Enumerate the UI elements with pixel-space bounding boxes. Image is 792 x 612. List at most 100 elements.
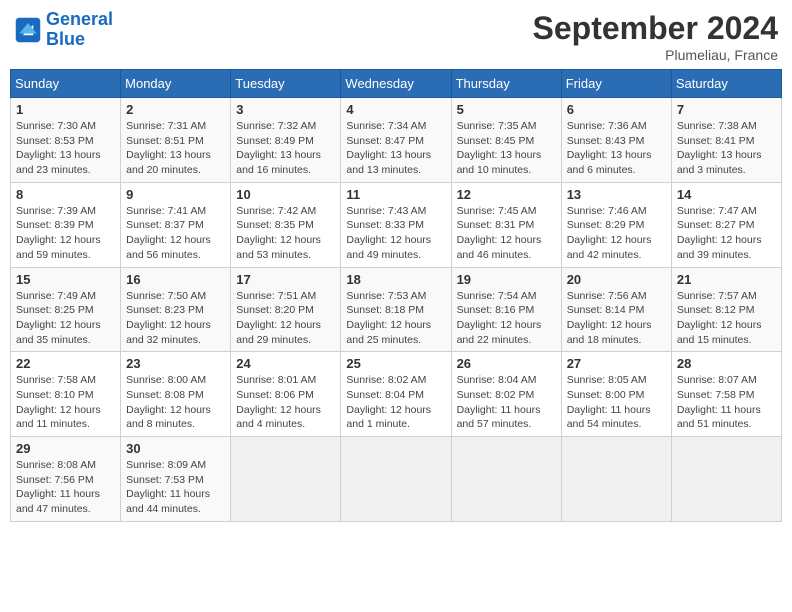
day-number: 1 (16, 102, 115, 117)
calendar-cell: 22 Sunrise: 7:58 AM Sunset: 8:10 PM Dayli… (11, 352, 121, 437)
month-title: September 2024 (533, 10, 778, 47)
week-row-4: 22 Sunrise: 7:58 AM Sunset: 8:10 PM Dayli… (11, 352, 782, 437)
cell-info: Sunrise: 7:56 AM Sunset: 8:14 PM Dayligh… (567, 289, 666, 348)
week-row-2: 8 Sunrise: 7:39 AM Sunset: 8:39 PM Daylig… (11, 182, 782, 267)
calendar-cell: 7 Sunrise: 7:38 AM Sunset: 8:41 PM Daylig… (671, 98, 781, 183)
day-number: 21 (677, 272, 776, 287)
calendar-cell: 13 Sunrise: 7:46 AM Sunset: 8:29 PM Dayli… (561, 182, 671, 267)
header-cell-wednesday: Wednesday (341, 70, 451, 98)
calendar-cell: 2 Sunrise: 7:31 AM Sunset: 8:51 PM Daylig… (121, 98, 231, 183)
day-number: 13 (567, 187, 666, 202)
cell-info: Sunrise: 7:36 AM Sunset: 8:43 PM Dayligh… (567, 119, 666, 178)
calendar-cell (671, 437, 781, 522)
cell-info: Sunrise: 8:08 AM Sunset: 7:56 PM Dayligh… (16, 458, 115, 517)
header-cell-thursday: Thursday (451, 70, 561, 98)
day-number: 29 (16, 441, 115, 456)
day-number: 28 (677, 356, 776, 371)
day-number: 16 (126, 272, 225, 287)
header-row: SundayMondayTuesdayWednesdayThursdayFrid… (11, 70, 782, 98)
cell-info: Sunrise: 7:32 AM Sunset: 8:49 PM Dayligh… (236, 119, 335, 178)
calendar-cell: 27 Sunrise: 8:05 AM Sunset: 8:00 PM Dayli… (561, 352, 671, 437)
calendar-cell: 11Sunrise: 7:43 AM Sunset: 8:33 PM Dayli… (341, 182, 451, 267)
calendar-cell: 3 Sunrise: 7:32 AM Sunset: 8:49 PM Daylig… (231, 98, 341, 183)
cell-info: Sunrise: 7:38 AM Sunset: 8:41 PM Dayligh… (677, 119, 776, 178)
day-number: 18 (346, 272, 445, 287)
calendar-cell: 14Sunrise: 7:47 AM Sunset: 8:27 PM Dayli… (671, 182, 781, 267)
cell-info: Sunrise: 7:51 AM Sunset: 8:20 PM Dayligh… (236, 289, 335, 348)
calendar-cell: 16 Sunrise: 7:50 AM Sunset: 8:23 PM Dayli… (121, 267, 231, 352)
day-number: 19 (457, 272, 556, 287)
cell-info: Sunrise: 8:09 AM Sunset: 7:53 PM Dayligh… (126, 458, 225, 517)
cell-info: Sunrise: 8:02 AM Sunset: 8:04 PM Dayligh… (346, 373, 445, 432)
cell-info: Sunrise: 7:53 AM Sunset: 8:18 PM Dayligh… (346, 289, 445, 348)
day-number: 12 (457, 187, 556, 202)
cell-info: Sunrise: 7:50 AM Sunset: 8:23 PM Dayligh… (126, 289, 225, 348)
day-number: 25 (346, 356, 445, 371)
location: Plumeliau, France (533, 47, 778, 63)
day-number: 15 (16, 272, 115, 287)
day-number: 7 (677, 102, 776, 117)
cell-info: Sunrise: 7:31 AM Sunset: 8:51 PM Dayligh… (126, 119, 225, 178)
header-cell-monday: Monday (121, 70, 231, 98)
calendar-cell: 19Sunrise: 7:54 AM Sunset: 8:16 PM Dayli… (451, 267, 561, 352)
logo-line1: General (46, 9, 113, 29)
calendar-cell: 21 Sunrise: 7:57 AM Sunset: 8:12 PM Dayli… (671, 267, 781, 352)
cell-info: Sunrise: 7:58 AM Sunset: 8:10 PM Dayligh… (16, 373, 115, 432)
page-header: General Blue September 2024 Plumeliau, F… (10, 10, 782, 63)
cell-info: Sunrise: 7:45 AM Sunset: 8:31 PM Dayligh… (457, 204, 556, 263)
day-number: 10 (236, 187, 335, 202)
header-cell-sunday: Sunday (11, 70, 121, 98)
cell-info: Sunrise: 7:30 AM Sunset: 8:53 PM Dayligh… (16, 119, 115, 178)
calendar-cell (231, 437, 341, 522)
cell-info: Sunrise: 7:34 AM Sunset: 8:47 PM Dayligh… (346, 119, 445, 178)
calendar-cell: 15 Sunrise: 7:49 AM Sunset: 8:25 PM Dayli… (11, 267, 121, 352)
day-number: 20 (567, 272, 666, 287)
cell-info: Sunrise: 7:42 AM Sunset: 8:35 PM Dayligh… (236, 204, 335, 263)
cell-info: Sunrise: 7:57 AM Sunset: 8:12 PM Dayligh… (677, 289, 776, 348)
cell-info: Sunrise: 8:01 AM Sunset: 8:06 PM Dayligh… (236, 373, 335, 432)
day-number: 3 (236, 102, 335, 117)
cell-info: Sunrise: 8:07 AM Sunset: 7:58 PM Dayligh… (677, 373, 776, 432)
calendar-header: SundayMondayTuesdayWednesdayThursdayFrid… (11, 70, 782, 98)
calendar-cell: 17Sunrise: 7:51 AM Sunset: 8:20 PM Dayli… (231, 267, 341, 352)
logo: General Blue (14, 10, 113, 50)
day-number: 23 (126, 356, 225, 371)
calendar-cell: 18 Sunrise: 7:53 AM Sunset: 8:18 PM Dayli… (341, 267, 451, 352)
day-number: 22 (16, 356, 115, 371)
calendar-cell: 10 Sunrise: 7:42 AM Sunset: 8:35 PM Dayli… (231, 182, 341, 267)
week-row-1: 1 Sunrise: 7:30 AM Sunset: 8:53 PM Daylig… (11, 98, 782, 183)
cell-info: Sunrise: 8:00 AM Sunset: 8:08 PM Dayligh… (126, 373, 225, 432)
calendar-cell: 29 Sunrise: 8:08 AM Sunset: 7:56 PM Dayli… (11, 437, 121, 522)
cell-info: Sunrise: 7:39 AM Sunset: 8:39 PM Dayligh… (16, 204, 115, 263)
calendar-cell: 24Sunrise: 8:01 AM Sunset: 8:06 PM Dayli… (231, 352, 341, 437)
calendar-cell: 12 Sunrise: 7:45 AM Sunset: 8:31 PM Dayli… (451, 182, 561, 267)
title-section: September 2024 Plumeliau, France (533, 10, 778, 63)
cell-info: Sunrise: 7:47 AM Sunset: 8:27 PM Dayligh… (677, 204, 776, 263)
calendar-cell: 20 Sunrise: 7:56 AM Sunset: 8:14 PM Dayli… (561, 267, 671, 352)
calendar-cell: 25 Sunrise: 8:02 AM Sunset: 8:04 PM Dayli… (341, 352, 451, 437)
day-number: 26 (457, 356, 556, 371)
day-number: 4 (346, 102, 445, 117)
cell-info: Sunrise: 8:05 AM Sunset: 8:00 PM Dayligh… (567, 373, 666, 432)
day-number: 6 (567, 102, 666, 117)
calendar-cell: 8 Sunrise: 7:39 AM Sunset: 8:39 PM Daylig… (11, 182, 121, 267)
logo-icon (14, 16, 42, 44)
header-cell-tuesday: Tuesday (231, 70, 341, 98)
calendar-body: 1 Sunrise: 7:30 AM Sunset: 8:53 PM Daylig… (11, 98, 782, 522)
calendar-cell: 30Sunrise: 8:09 AM Sunset: 7:53 PM Dayli… (121, 437, 231, 522)
cell-info: Sunrise: 7:46 AM Sunset: 8:29 PM Dayligh… (567, 204, 666, 263)
week-row-3: 15 Sunrise: 7:49 AM Sunset: 8:25 PM Dayli… (11, 267, 782, 352)
calendar-cell: 5Sunrise: 7:35 AM Sunset: 8:45 PM Daylig… (451, 98, 561, 183)
day-number: 8 (16, 187, 115, 202)
day-number: 5 (457, 102, 556, 117)
cell-info: Sunrise: 7:49 AM Sunset: 8:25 PM Dayligh… (16, 289, 115, 348)
day-number: 2 (126, 102, 225, 117)
cell-info: Sunrise: 8:04 AM Sunset: 8:02 PM Dayligh… (457, 373, 556, 432)
cell-info: Sunrise: 7:43 AM Sunset: 8:33 PM Dayligh… (346, 204, 445, 263)
calendar-cell (451, 437, 561, 522)
calendar-cell: 26 Sunrise: 8:04 AM Sunset: 8:02 PM Dayli… (451, 352, 561, 437)
calendar-cell (561, 437, 671, 522)
day-number: 27 (567, 356, 666, 371)
calendar-cell: 9Sunrise: 7:41 AM Sunset: 8:37 PM Daylig… (121, 182, 231, 267)
calendar-cell: 1 Sunrise: 7:30 AM Sunset: 8:53 PM Daylig… (11, 98, 121, 183)
